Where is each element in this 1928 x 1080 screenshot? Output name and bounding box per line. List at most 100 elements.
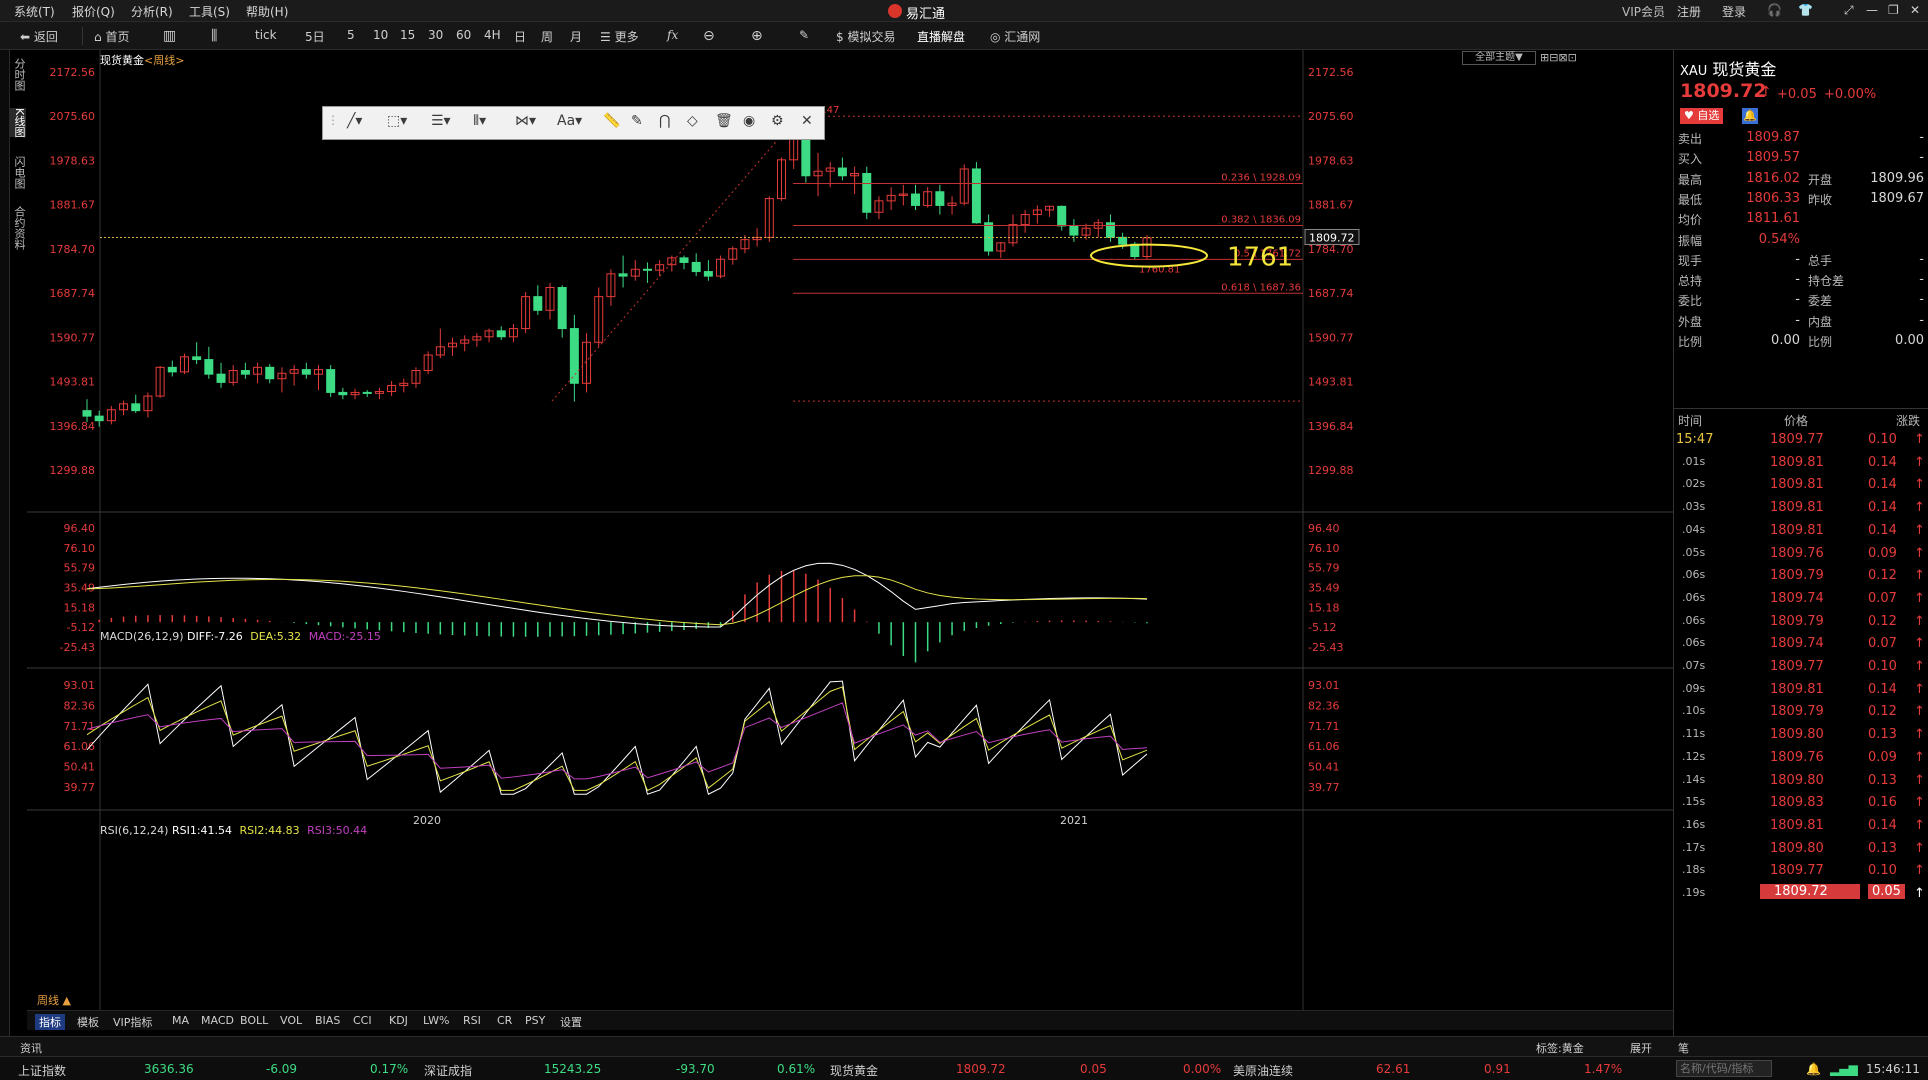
ind-tab-settings[interactable]: 设置 bbox=[560, 1014, 582, 1030]
live-button[interactable]: 直播解盘 bbox=[917, 28, 965, 45]
add-fav-button[interactable]: ♥ 自选 bbox=[1680, 108, 1724, 124]
quote-panel: XAU 现货黄金 1809.72 ↑ +0.05 +0.00% ♥ 自选 🔔 卖… bbox=[1673, 50, 1928, 1050]
ruler-icon[interactable]: 📏 bbox=[603, 113, 620, 129]
trash-icon[interactable]: 🗑 bbox=[715, 113, 733, 129]
ind-tab-boll[interactable]: BOLL bbox=[240, 1014, 268, 1027]
ind-tab-psy[interactable]: PSY bbox=[525, 1014, 545, 1027]
tick-up-arrow-icon: ↑ bbox=[1914, 568, 1925, 584]
close-toolbar-icon[interactable]: ✕ bbox=[801, 113, 813, 129]
period-5d[interactable]: 5日 bbox=[305, 28, 325, 45]
menu-analysis[interactable]: 分析(R) bbox=[131, 3, 173, 20]
period-30[interactable]: 30 bbox=[428, 28, 443, 42]
tick-up-arrow-icon: ↑ bbox=[1914, 477, 1925, 493]
quote-value: 1806.33 bbox=[1746, 190, 1800, 206]
ind-tab-template[interactable]: 模板 bbox=[77, 1014, 99, 1030]
pencil-icon[interactable]: ✎ bbox=[631, 113, 643, 129]
period-5[interactable]: 5 bbox=[347, 28, 355, 42]
more-button[interactable]: ☰ 更多 bbox=[600, 28, 639, 45]
ticker-name-sz[interactable]: 深证成指 bbox=[424, 1062, 472, 1079]
quote-value: - bbox=[1919, 150, 1924, 166]
rect-tool-icon[interactable]: ⬚▾ bbox=[387, 113, 407, 129]
menu-help[interactable]: 帮助(H) bbox=[246, 3, 288, 20]
macd-tick-left: -25.43 bbox=[60, 641, 95, 654]
chart-area[interactable]: 2172.56 2172.56 2075.60 2075.60 1978.63 1978.… bbox=[27, 50, 1673, 1026]
ind-tab-vol[interactable]: VOL bbox=[280, 1014, 302, 1027]
maximize-icon[interactable]: ❐ bbox=[1888, 3, 1899, 17]
ind-tab-ma[interactable]: MA bbox=[172, 1014, 189, 1027]
period-10[interactable]: 10 bbox=[373, 28, 388, 42]
period-tick[interactable]: tick bbox=[255, 28, 277, 42]
huitong-button[interactable]: ◎ 汇通网 bbox=[990, 28, 1040, 45]
kline-chart-svg[interactable]: 2172.56 2172.56 2075.60 2075.60 1978.63 1978.… bbox=[27, 50, 1673, 1010]
skin-icon[interactable]: 👕 bbox=[1798, 3, 1813, 17]
close-icon[interactable]: ✕ bbox=[1910, 3, 1920, 17]
tab-contract[interactable]: 合约资料 bbox=[10, 206, 26, 250]
news-tag[interactable]: 标签:黄金 bbox=[1536, 1040, 1584, 1056]
macd-header: MACD(26,12,9) DIFF:-7.26 DEA:5.32 MACD:-… bbox=[100, 630, 381, 643]
period-day[interactable]: 日 bbox=[514, 28, 526, 45]
ind-tab-lw[interactable]: LW% bbox=[423, 1014, 449, 1027]
pattern-tool-icon[interactable]: ⋈▾ bbox=[515, 113, 536, 129]
zoom-out-icon[interactable]: ⊖ bbox=[703, 28, 715, 44]
home-button[interactable]: ⌂ 首页 bbox=[94, 28, 129, 45]
macd-tick-right: 76.10 bbox=[1308, 542, 1340, 555]
ticker-name-gold[interactable]: 现货黄金 bbox=[830, 1062, 878, 1079]
ind-tab-macd[interactable]: MACD bbox=[201, 1014, 234, 1027]
tab-timeshare[interactable]: 分时图 bbox=[10, 58, 26, 91]
sim-trade-button[interactable]: $ 模拟交易 bbox=[836, 28, 895, 45]
restore-icon[interactable]: ⤢ bbox=[1844, 3, 1854, 18]
news-tab[interactable]: 笔 bbox=[1678, 1040, 1689, 1056]
ind-tab-kdj[interactable]: KDJ bbox=[389, 1014, 408, 1027]
ind-tab-cr[interactable]: CR bbox=[497, 1014, 512, 1027]
settings-gear-icon[interactable]: ⚙ bbox=[771, 113, 784, 129]
period-4h[interactable]: 4H bbox=[484, 28, 501, 42]
tab-kline[interactable]: K线图 bbox=[10, 108, 26, 138]
ticker-bar: 上证指数 3636.36 -6.09 0.17% 深证成指 15243.25 -… bbox=[0, 1056, 1928, 1080]
period-15[interactable]: 15 bbox=[400, 28, 415, 42]
register-link[interactable]: 注册 bbox=[1677, 3, 1701, 20]
minimize-icon[interactable]: — bbox=[1866, 3, 1878, 17]
theme-select[interactable]: 全部主题▼ bbox=[1462, 51, 1536, 65]
vip-link[interactable]: VIP会员 bbox=[1622, 3, 1665, 20]
drag-handle-icon[interactable]: ⋮ bbox=[327, 113, 339, 127]
zoom-in-icon[interactable]: ⊕ bbox=[751, 28, 763, 44]
ticker-name-sh[interactable]: 上证指数 bbox=[18, 1062, 66, 1079]
formula-icon[interactable]: fx bbox=[667, 28, 678, 42]
period-60[interactable]: 60 bbox=[456, 28, 471, 42]
headset-icon[interactable]: 🎧 bbox=[1767, 3, 1782, 17]
news-label[interactable]: 资讯 bbox=[20, 1040, 42, 1056]
eye-icon[interactable]: ◉ bbox=[743, 113, 755, 129]
search-input[interactable] bbox=[1676, 1060, 1772, 1077]
eraser-icon[interactable]: ◇ bbox=[687, 113, 698, 129]
fib-tool-icon[interactable]: ☰▾ bbox=[431, 113, 451, 129]
ind-tab-cci[interactable]: CCI bbox=[353, 1014, 372, 1027]
ind-tab-indicator[interactable]: 指标 bbox=[35, 1014, 65, 1030]
candle-body bbox=[204, 359, 214, 375]
tick-row: .17s 1809.80 0.13 ↑ bbox=[1674, 837, 1928, 860]
candle-icon[interactable]: ⫼ bbox=[211, 28, 217, 44]
tab-flash[interactable]: 闪电图 bbox=[10, 156, 26, 189]
ind-tab-bias[interactable]: BIAS bbox=[315, 1014, 340, 1027]
ind-tab-vip[interactable]: VIP指标 bbox=[113, 1014, 152, 1030]
text-tool-icon[interactable]: Aa▾ bbox=[557, 113, 582, 129]
draw-pen-icon[interactable]: ✎ bbox=[799, 28, 809, 42]
ind-tab-rsi[interactable]: RSI bbox=[463, 1014, 481, 1027]
menu-system[interactable]: 系统(T) bbox=[14, 3, 55, 20]
back-button[interactable]: ⬅ 返回 bbox=[20, 28, 58, 45]
line-tool-icon[interactable]: ╱▾ bbox=[347, 113, 362, 129]
gann-tool-icon[interactable]: ⦀▾ bbox=[473, 113, 486, 129]
notification-bell-icon[interactable]: 🔔 bbox=[1806, 1062, 1821, 1076]
layout-icons[interactable]: ⊞⊟⊠⊡ bbox=[1540, 51, 1577, 64]
bar-chart-icon[interactable]: ▥ bbox=[163, 28, 176, 44]
menu-quote[interactable]: 报价(Q) bbox=[72, 3, 115, 20]
bell-icon[interactable]: 🔔 bbox=[1742, 108, 1758, 124]
ticker-name-oil[interactable]: 美原油连续 bbox=[1233, 1062, 1293, 1079]
period-week[interactable]: 周 bbox=[541, 28, 553, 45]
magnet-icon[interactable]: ⋂ bbox=[659, 113, 670, 129]
period-month[interactable]: 月 bbox=[570, 28, 582, 45]
quote-label: 均价 bbox=[1678, 213, 1703, 228]
menu-tools[interactable]: 工具(S) bbox=[189, 3, 230, 20]
macd-tick-right: 15.18 bbox=[1308, 601, 1340, 614]
login-link[interactable]: 登录 bbox=[1722, 3, 1746, 20]
news-expand[interactable]: 展开 bbox=[1630, 1040, 1652, 1056]
